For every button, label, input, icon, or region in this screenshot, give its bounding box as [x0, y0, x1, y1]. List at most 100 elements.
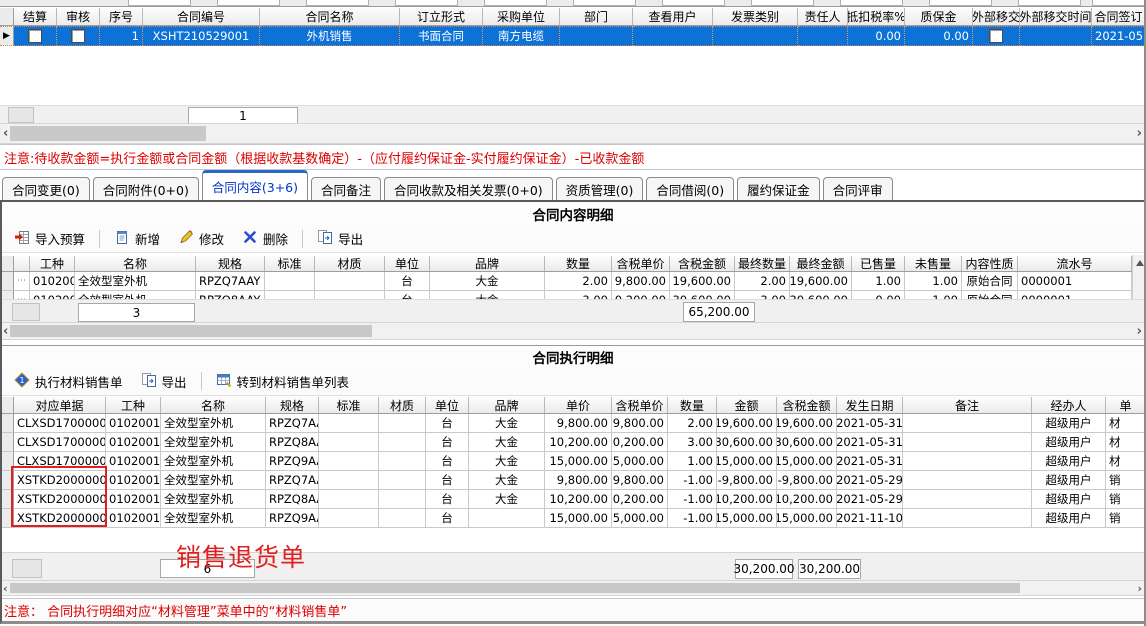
column-header[interactable]: 含税金额 — [670, 256, 735, 271]
table-row[interactable]: ⋯0102001018全效型室外机RPZQ8AAY (台大金3.0010,200… — [0, 291, 1132, 299]
table-row[interactable]: CLXSD1700000100102001017全效型室外机RPZQ7AAY台大… — [0, 414, 1146, 433]
column-header[interactable]: 抵扣税率% — [848, 8, 905, 25]
checkbox[interactable] — [989, 29, 1003, 43]
scrollbar-thumb[interactable] — [10, 325, 372, 337]
column-header[interactable]: 含税单价 — [612, 256, 670, 271]
column-header[interactable]: 规格 — [266, 397, 319, 413]
table-row[interactable]: CLXSD1700000100102001019全效型室外机RPZQ9AAY台大… — [0, 452, 1146, 471]
scrollbar-thumb[interactable] — [10, 583, 1020, 593]
scrollbar-thumb[interactable] — [10, 126, 206, 141]
column-header[interactable]: 经办人 — [1032, 397, 1106, 413]
edit-button[interactable]: 修改 — [170, 225, 232, 252]
column-header[interactable]: 含税金额 — [777, 397, 837, 413]
cell: 全效型室外机 — [161, 433, 266, 452]
cell — [379, 414, 426, 433]
column-header[interactable]: 材质 — [315, 256, 385, 271]
column-header[interactable]: 合同编号 — [143, 8, 260, 25]
column-header[interactable]: 未售量 — [905, 256, 962, 271]
scroll-left-icon[interactable]: ‹ — [3, 124, 8, 143]
cell — [713, 26, 798, 46]
tab-4[interactable]: 合同备注 — [311, 177, 381, 200]
tab-1[interactable]: 合同变更(0) — [2, 177, 90, 200]
tab-9[interactable]: 合同评审 — [823, 177, 893, 200]
table-row[interactable]: XSTKD2000000030102001018全效型室外机RPZQ8AAY台大… — [0, 490, 1146, 509]
column-header[interactable]: 单位 — [426, 397, 469, 413]
column-header[interactable]: 数量 — [668, 397, 717, 413]
column-header[interactable]: 规格 — [196, 256, 265, 271]
export-button[interactable]: 导出 — [309, 225, 371, 252]
table-row[interactable]: XSTKD2000000020102001019全效型室外机RPZQ9AAY台1… — [0, 509, 1146, 528]
column-header[interactable]: 最终数量 — [735, 256, 790, 271]
cell: 原始合同 — [962, 291, 1018, 299]
tab-5[interactable]: 合同收款及相关发票(0+0) — [384, 177, 553, 200]
scroll-up-icon[interactable] — [1136, 260, 1144, 266]
column-header[interactable]: 单位 — [385, 256, 430, 271]
tab-6[interactable]: 资质管理(0) — [556, 177, 644, 200]
column-header[interactable]: 工种 — [106, 397, 161, 413]
column-header[interactable]: 采购单位 — [483, 8, 560, 25]
column-header[interactable]: 流水号 — [1018, 256, 1132, 271]
goto-list-button[interactable]: 转到材料销售单列表 — [208, 368, 358, 395]
content-hscrollbar[interactable]: ‹ › — [0, 322, 1146, 340]
column-header[interactable]: 责任人 — [798, 8, 848, 25]
column-header[interactable]: 单价 — [545, 397, 612, 413]
column-header[interactable]: 内容性质 — [962, 256, 1018, 271]
column-header[interactable]: 发生日期 — [837, 397, 903, 413]
button-label: 转到材料销售单列表 — [237, 372, 350, 391]
column-header[interactable]: 最终金额 — [790, 256, 852, 271]
new-doc-button[interactable]: 新增 — [106, 225, 168, 252]
tab-7[interactable]: 合同借阅(0) — [646, 177, 734, 200]
column-header[interactable]: 含税单价 — [612, 397, 668, 413]
column-header[interactable]: 订立形式 — [400, 8, 483, 25]
column-header[interactable]: 名称 — [75, 256, 196, 271]
column-header[interactable]: 工种 — [30, 256, 75, 271]
checkbox[interactable] — [71, 29, 85, 43]
cell: RPZQ7AAY — [266, 471, 319, 490]
column-header[interactable]: 名称 — [161, 397, 266, 413]
column-header[interactable]: 外部移交时间 — [1020, 8, 1092, 25]
column-header[interactable]: 数量 — [545, 256, 612, 271]
column-header[interactable]: 结算 — [14, 8, 57, 25]
scroll-right-icon[interactable]: › — [1137, 581, 1142, 595]
column-header[interactable]: 合同签订 — [1092, 8, 1146, 25]
column-header[interactable]: 序号 — [100, 8, 143, 25]
column-header[interactable]: 发票类别 — [713, 8, 798, 25]
scroll-left-icon[interactable]: ‹ — [3, 581, 8, 595]
column-header[interactable]: 单 — [1106, 397, 1146, 413]
checkbox[interactable] — [28, 29, 42, 43]
column-header[interactable]: 审核 — [57, 8, 100, 25]
scroll-left-icon[interactable]: ‹ — [3, 323, 8, 339]
column-header[interactable]: 部门 — [560, 8, 633, 25]
tab-8[interactable]: 履约保证金 — [737, 177, 820, 200]
scroll-right-icon[interactable]: › — [1137, 323, 1142, 339]
scroll-right-icon[interactable]: › — [1137, 124, 1142, 143]
column-header[interactable]: 备注 — [903, 397, 1032, 413]
column-header[interactable]: 外部移交 — [973, 8, 1020, 25]
export-button[interactable]: 导出 — [133, 368, 195, 395]
column-header[interactable]: 合同名称 — [260, 8, 400, 25]
table-row[interactable]: XSTKD2000000030102001017全效型室外机RPZQ7AAY台大… — [0, 471, 1146, 490]
column-header[interactable]: 品牌 — [469, 397, 545, 413]
table-row[interactable]: ▶1XSHT210529001外机销售书面合同南方电缆0.000.002021-… — [0, 26, 1146, 46]
cell: 15,000.00 — [612, 452, 668, 471]
table-row[interactable]: ⋯0102001017全效型室外机RPZQ7AAY (台大金2.009,800.… — [0, 272, 1132, 291]
exec-hscrollbar[interactable]: ‹ › — [0, 580, 1146, 596]
column-header[interactable]: 已售量 — [852, 256, 905, 271]
tab-3[interactable]: 合同内容(3+6) — [202, 170, 308, 200]
column-header[interactable]: 材质 — [379, 397, 426, 413]
cell: 0102001019 — [106, 509, 161, 528]
contracts-hscrollbar[interactable]: ‹ › — [0, 123, 1146, 144]
column-header[interactable]: 标准 — [265, 256, 315, 271]
column-header[interactable]: 查看用户 — [633, 8, 713, 25]
column-header[interactable]: 品牌 — [430, 256, 545, 271]
column-header[interactable]: 标准 — [319, 397, 379, 413]
column-header[interactable]: 金额 — [717, 397, 777, 413]
import-budget-button[interactable]: 导入预算 — [6, 225, 93, 252]
column-header[interactable]: 质保金 — [905, 8, 973, 25]
column-header[interactable] — [14, 256, 30, 271]
column-header[interactable]: 对应单据 — [14, 397, 106, 413]
exec-diamond-button[interactable]: 1执行材料销售单 — [6, 368, 131, 395]
delete-button[interactable]: 删除 — [234, 225, 296, 252]
tab-2[interactable]: 合同附件(0+0) — [93, 177, 199, 200]
table-row[interactable]: CLXSD1700000100102001018全效型室外机RPZQ8AAY台大… — [0, 433, 1146, 452]
